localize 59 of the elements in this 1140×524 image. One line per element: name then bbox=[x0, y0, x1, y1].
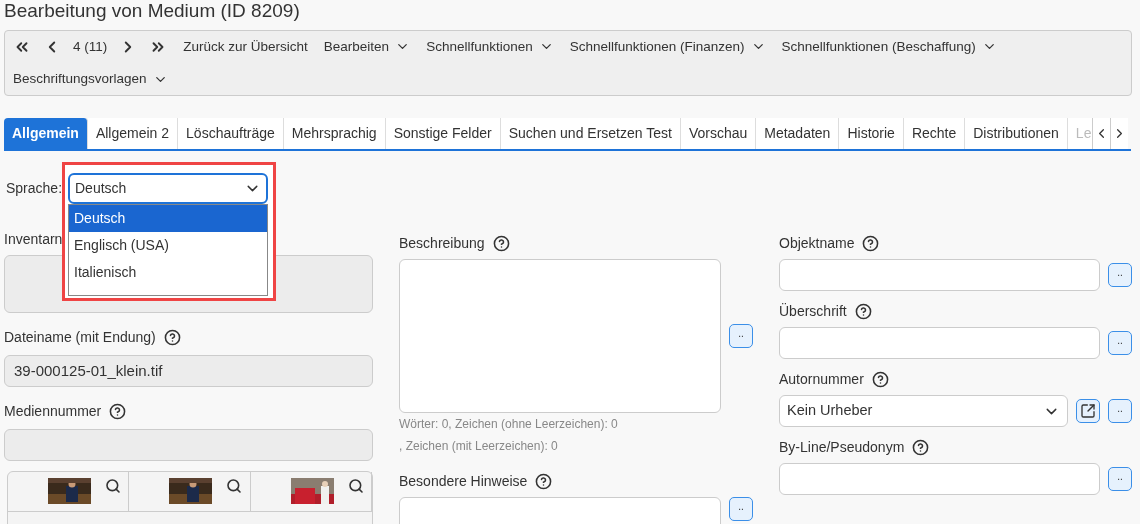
menu-button[interactable]: Schnellfunktionen (Finanzen) bbox=[569, 36, 766, 57]
help-icon[interactable] bbox=[535, 472, 553, 490]
file-name-field: 39-000125-01_klein.tif bbox=[4, 355, 373, 387]
zoom-icon[interactable] bbox=[226, 478, 243, 494]
tab[interactable]: Mehrsprachig bbox=[283, 118, 386, 149]
zoom-icon[interactable] bbox=[105, 478, 121, 494]
author-select[interactable]: Kein Urheber bbox=[779, 395, 1068, 427]
counter-text: Wörter: 0, Zeichen (ohne Leerzeichen): 0 bbox=[399, 416, 619, 433]
field-label: Dateiname (mit Endung) bbox=[4, 327, 156, 347]
field-label: Sprache: bbox=[5, 178, 64, 198]
more-button[interactable]: .. bbox=[1108, 331, 1132, 355]
open-external-button[interactable] bbox=[1076, 399, 1100, 423]
field-label: Beschreibung bbox=[399, 233, 485, 253]
more-button[interactable]: .. bbox=[1108, 399, 1132, 423]
external-link-icon bbox=[1080, 403, 1096, 419]
tab[interactable]: Historie bbox=[839, 118, 904, 149]
tab[interactable]: Allgemein 2 bbox=[87, 118, 179, 149]
field-label: Inventarn bbox=[4, 231, 63, 247]
dropdown-option[interactable]: Englisch (USA) bbox=[69, 232, 267, 259]
tab[interactable]: Rechte bbox=[903, 118, 966, 149]
help-icon[interactable] bbox=[109, 402, 127, 420]
text-field[interactable] bbox=[779, 259, 1100, 291]
tab[interactable]: Allgemein bbox=[4, 118, 88, 149]
field-label: By-Line/Pseudonym bbox=[779, 437, 905, 457]
help-icon[interactable] bbox=[912, 438, 930, 456]
field-label: Mediennummer bbox=[4, 401, 102, 421]
help-icon[interactable] bbox=[163, 328, 181, 346]
tab[interactable]: Sonstige Felder bbox=[385, 118, 501, 149]
text-field[interactable] bbox=[779, 463, 1100, 495]
back-link[interactable]: Zurück zur Übersicht bbox=[183, 36, 308, 57]
dropdown-option[interactable]: Italienisch bbox=[69, 259, 267, 286]
language-select[interactable]: Deutsch bbox=[68, 173, 268, 204]
field-label: Überschrift bbox=[779, 301, 847, 321]
field-label: Besondere Hinweise bbox=[399, 471, 528, 491]
menu-button[interactable]: Bearbeiten bbox=[323, 36, 411, 57]
more-button[interactable]: .. bbox=[1108, 263, 1132, 287]
counter-text: , Zeichen (mit Leerzeichen): 0 bbox=[399, 438, 559, 455]
tab[interactable]: Löschaufträge bbox=[178, 118, 284, 149]
page-title: Bearbeitung von Medium (ID 8209) bbox=[3, 0, 301, 23]
more-button[interactable]: .. bbox=[729, 324, 753, 348]
more-button[interactable]: .. bbox=[1108, 467, 1132, 491]
menu-button[interactable]: Beschriftungsvorlagen bbox=[13, 69, 168, 90]
tab[interactable]: Metadaten bbox=[756, 118, 840, 149]
tab[interactable]: Vorschau bbox=[680, 118, 757, 149]
menu-button[interactable]: Schnellfunktionen (Beschaffung) bbox=[781, 36, 997, 57]
help-icon[interactable] bbox=[854, 302, 872, 320]
help-icon[interactable] bbox=[492, 234, 510, 252]
tab[interactable]: Suchen und Ersetzen Test bbox=[500, 118, 681, 149]
field-label: Autornummer bbox=[779, 369, 864, 389]
help-icon[interactable] bbox=[871, 370, 889, 388]
more-button[interactable]: .. bbox=[729, 497, 753, 521]
zoom-icon[interactable] bbox=[347, 478, 364, 494]
dropdown-option[interactable]: Deutsch bbox=[69, 205, 267, 232]
field-label: Objektname bbox=[779, 233, 855, 253]
help-icon[interactable] bbox=[862, 234, 880, 252]
record-position: 4 (11) bbox=[73, 37, 108, 56]
text-field[interactable] bbox=[779, 327, 1100, 359]
tab[interactable]: Distributionen bbox=[965, 118, 1068, 149]
menu-button[interactable]: Schnellfunktionen bbox=[426, 36, 554, 57]
